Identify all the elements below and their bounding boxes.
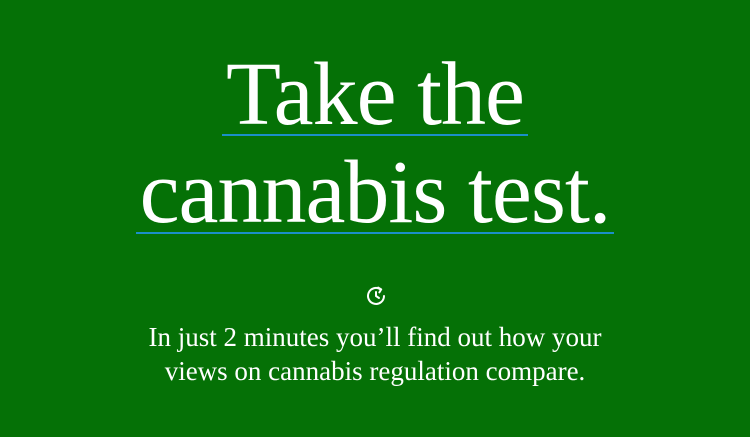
headline-line-2-text: cannabis test. — [139, 143, 612, 242]
headline-line-1-text: Take the — [225, 45, 525, 144]
subtitle: In just 2 minutes you’ll find out how yo… — [0, 320, 750, 388]
page-title: Take the cannabis test. — [0, 46, 750, 242]
headline-link-line-1[interactable]: Take the — [221, 45, 529, 144]
headline-link-line-2[interactable]: cannabis test. — [135, 143, 615, 242]
quiz-intro-panel: Take the cannabis test. In just 2 minute… — [0, 0, 750, 437]
headline-underline-1 — [221, 134, 529, 136]
subtitle-line-2: views on cannabis regulation compare. — [164, 356, 586, 386]
subtitle-line-1: In just 2 minutes you’ll find out how yo… — [148, 322, 602, 352]
timer-icon — [367, 286, 385, 305]
headline-underline-2 — [135, 232, 615, 234]
